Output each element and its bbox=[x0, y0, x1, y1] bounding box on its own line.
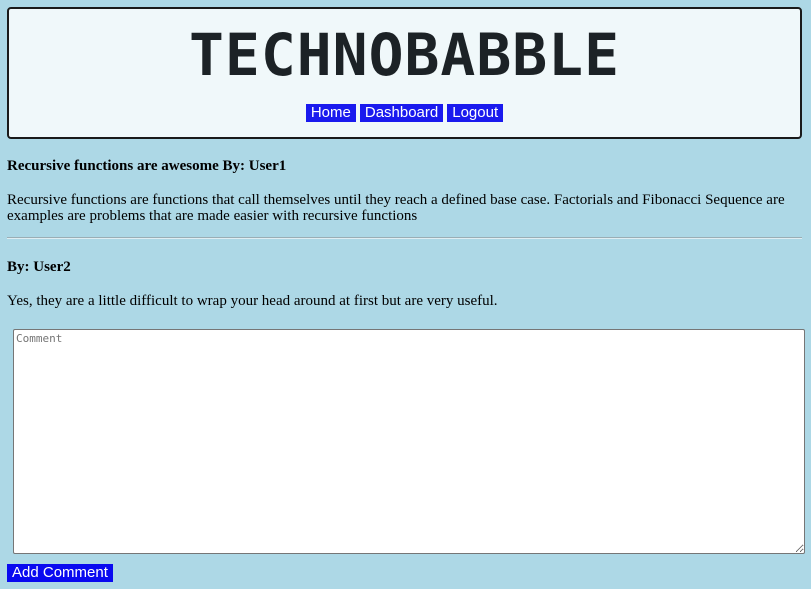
site-header: TECHNOBABBLE Home Dashboard Logout bbox=[7, 7, 802, 139]
post-divider bbox=[7, 237, 802, 239]
comment-text: Yes, they are a little difficult to wrap… bbox=[7, 293, 498, 309]
nav-dashboard-link[interactable]: Dashboard bbox=[359, 104, 444, 122]
nav-logout-link[interactable]: Logout bbox=[447, 104, 504, 122]
post-body: Recursive functions are functions that c… bbox=[7, 192, 785, 224]
page: TECHNOBABBLE Home Dashboard Logout Recur… bbox=[0, 0, 811, 589]
post-title: Recursive functions are awesome By: User… bbox=[7, 158, 287, 174]
add-comment-button[interactable]: Add Comment bbox=[7, 564, 113, 582]
site-logo: TECHNOBABBLE bbox=[188, 21, 621, 89]
main-nav: Home Dashboard Logout bbox=[9, 104, 800, 122]
comment-input[interactable] bbox=[13, 329, 805, 554]
comment-author: By: User2 bbox=[7, 259, 71, 275]
nav-home-link[interactable]: Home bbox=[305, 104, 356, 122]
